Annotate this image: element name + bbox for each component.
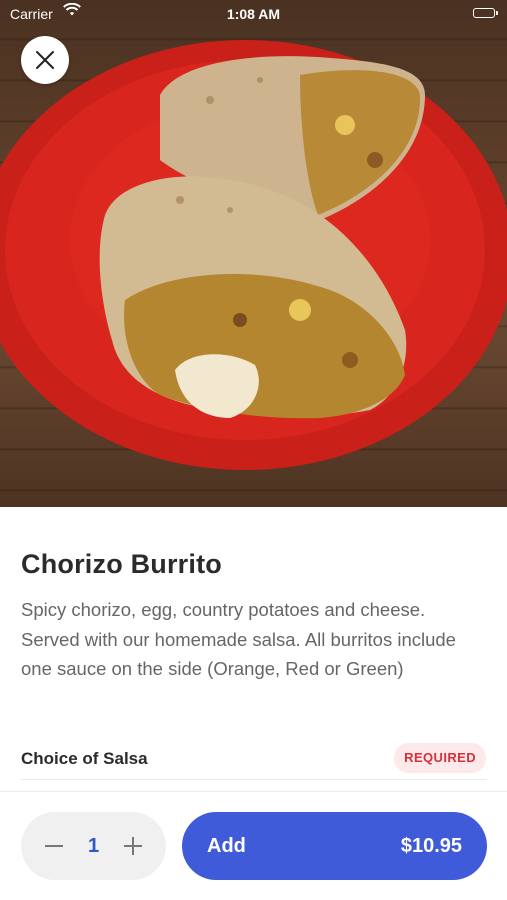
close-icon	[36, 51, 54, 69]
item-title: Chorizo Burrito	[21, 549, 222, 579]
add-button-price: $10.95	[400, 835, 462, 857]
hero-image: Carrier 1:08 AM	[0, 0, 507, 507]
battery-icon	[473, 8, 498, 18]
divider	[21, 779, 487, 780]
quantity-stepper: 1	[21, 812, 166, 880]
item-description: Spicy chorizo, egg, country potatoes and…	[21, 599, 456, 679]
increase-quantity-button[interactable]	[108, 812, 158, 880]
clock: 1:08 AM	[226, 6, 281, 22]
close-button[interactable]	[21, 36, 69, 84]
bottom-bar: 1 Add $10.95	[0, 792, 507, 900]
plus-icon	[124, 837, 142, 855]
food-photo	[0, 40, 507, 470]
status-bar: Carrier 1:08 AM	[0, 0, 507, 28]
option-group-label[interactable]: Choice of Salsa	[21, 749, 148, 769]
add-button-label: Add	[207, 835, 246, 857]
add-to-cart-button[interactable]: Add $10.95	[182, 812, 487, 880]
required-badge: REQUIRED	[394, 743, 486, 773]
